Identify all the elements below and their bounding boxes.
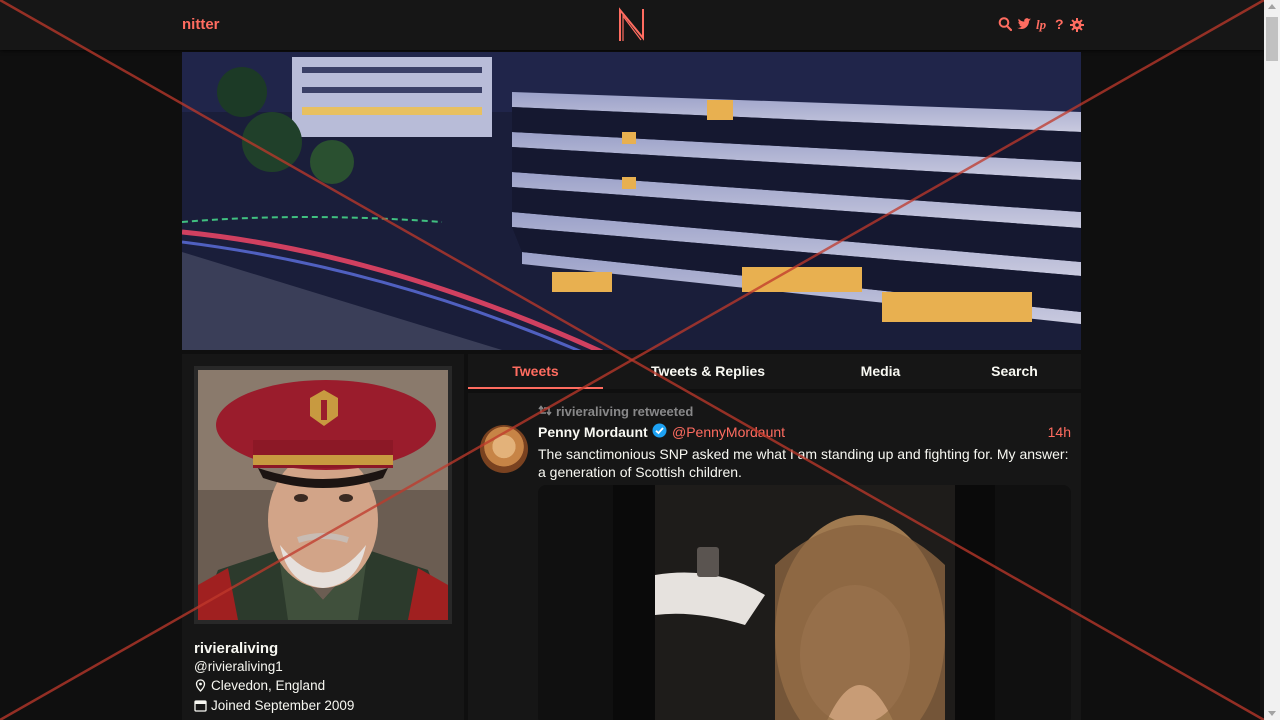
tab-tweets[interactable]: Tweets	[468, 354, 603, 389]
twitter-icon[interactable]	[1016, 16, 1032, 32]
verified-icon	[652, 423, 667, 441]
tweet-content: The sanctimonious SNP asked me what I am…	[538, 446, 1069, 480]
retweet-icon	[538, 404, 552, 419]
tweet-fullname[interactable]: Penny Mordaunt	[538, 424, 648, 440]
svg-text:lp: lp	[1036, 17, 1047, 32]
profile-username[interactable]: @rivieraliving1	[194, 659, 283, 674]
page-scrollbar[interactable]	[1264, 0, 1280, 720]
tab-media[interactable]: Media	[813, 354, 948, 389]
nav-icons: lp ?	[998, 16, 1084, 32]
rss-icon[interactable]: lp	[1036, 16, 1050, 32]
scroll-down-arrow-icon[interactable]	[1268, 711, 1276, 716]
settings-icon[interactable]	[1070, 16, 1084, 32]
profile-location: Clevedon, England	[194, 678, 325, 693]
scroll-up-arrow-icon[interactable]	[1268, 4, 1276, 9]
navbar: nitter lp ?	[0, 0, 1264, 50]
location-pin-icon	[194, 679, 207, 692]
profile-avatar[interactable]	[194, 366, 452, 624]
help-icon[interactable]: ?	[1054, 16, 1066, 32]
search-icon[interactable]	[998, 16, 1013, 32]
location-text: Clevedon, England	[211, 678, 326, 693]
scrollbar-thumb[interactable]	[1266, 17, 1278, 61]
tweet-username[interactable]: @PennyMordaunt	[672, 424, 785, 440]
timeline-tabs: Tweets Tweets & Replies Media Search	[468, 354, 1081, 389]
joined-text: Joined September 2009	[211, 698, 355, 713]
avatar-image	[198, 370, 448, 620]
tweet-date[interactable]: 14h	[1048, 424, 1071, 440]
profile-card: rivieraliving @rivieraliving1 Clevedon, …	[182, 354, 464, 720]
svg-text:?: ?	[1055, 16, 1064, 32]
retweet-text[interactable]: rivieraliving retweeted	[556, 404, 693, 419]
tab-tweets-replies[interactable]: Tweets & Replies	[603, 354, 813, 389]
profile-joindate: Joined September 2009	[194, 698, 354, 713]
tweet-author: Penny Mordaunt	[538, 423, 667, 441]
tweet-avatar[interactable]	[480, 425, 528, 473]
brand-link[interactable]: nitter	[182, 16, 220, 33]
profile-banner[interactable]	[182, 52, 1081, 350]
nitter-logo[interactable]	[617, 7, 647, 43]
banner-image	[182, 52, 1081, 350]
timeline: rivieraliving retweeted Penny Mordaunt @…	[468, 393, 1081, 720]
calendar-icon	[194, 699, 207, 712]
tweet-media[interactable]	[538, 485, 1071, 720]
profile-fullname[interactable]: rivieraliving	[194, 640, 278, 657]
retweet-header: rivieraliving retweeted	[538, 404, 693, 419]
tab-search[interactable]: Search	[948, 354, 1081, 389]
media-thumbnail	[655, 485, 955, 720]
